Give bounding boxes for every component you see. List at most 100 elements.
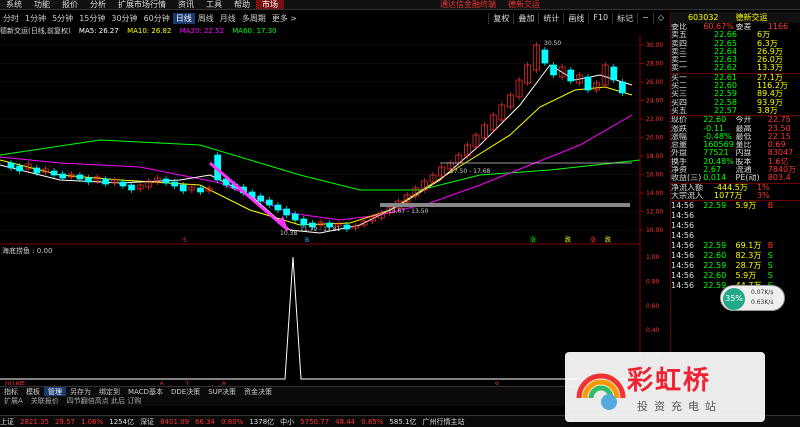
extension-tab[interactable]: 关联报价 bbox=[27, 396, 63, 406]
menu-tools[interactable]: 工具 bbox=[200, 0, 228, 9]
book-row: 卖四 22.65 6.3万 bbox=[671, 40, 800, 48]
cell: 量比 bbox=[735, 141, 752, 150]
tick-row: 14:56 22.59 69.1万 B bbox=[671, 241, 800, 251]
period-tab-30min[interactable]: 30分钟 bbox=[108, 13, 140, 24]
cell bbox=[736, 231, 768, 241]
cell bbox=[736, 211, 768, 221]
stats-button[interactable]: 统计 bbox=[538, 12, 563, 24]
candle-body bbox=[584, 76, 592, 91]
indicator-line bbox=[0, 256, 640, 380]
menu-system[interactable]: 系统 bbox=[0, 0, 28, 9]
indicator-tab[interactable]: SUP决策 bbox=[204, 387, 240, 396]
menu-analysis[interactable]: 分析 bbox=[84, 0, 112, 9]
date-label: 9 bbox=[495, 381, 499, 385]
menu-help[interactable]: 帮助 bbox=[228, 0, 256, 9]
buy-book: 买一 22.61 27.1万 买二 22.60 116.2万 买三 22.59 89.4万 买四 2… bbox=[671, 72, 800, 115]
overlay-button[interactable]: 叠加 bbox=[513, 12, 538, 24]
period-tab-month[interactable]: 月线 bbox=[217, 13, 239, 24]
cell: 22.57 bbox=[714, 106, 737, 115]
cell: 0.014 bbox=[703, 174, 727, 183]
extension-tab[interactable]: 扩展A bbox=[0, 396, 27, 406]
menu-ext-market[interactable]: 扩展市场行情 bbox=[112, 0, 172, 9]
f10-button[interactable]: F10 bbox=[588, 12, 612, 24]
indicator-tab[interactable]: 绑定到 bbox=[95, 387, 124, 396]
minimize-icon[interactable]: − bbox=[637, 12, 653, 24]
cell: 22.60 bbox=[703, 271, 727, 281]
quote-header: 603032 德新交运 bbox=[671, 12, 800, 23]
stats-row: 收益(三) 0.014 PE(动) 803.4 bbox=[671, 174, 800, 182]
fuquan-button[interactable]: 复权 bbox=[488, 12, 513, 24]
mark-button[interactable]: 标记 bbox=[612, 12, 637, 24]
period-tab-week[interactable]: 周线 bbox=[195, 13, 217, 24]
indicator-tab[interactable]: 资金决策 bbox=[240, 387, 276, 396]
tick-list[interactable]: 14:56 22.59 5.9万 B 14:56 14:56 14:56 14:56 22.59… bbox=[671, 200, 800, 291]
cell: 1.6亿 bbox=[767, 157, 789, 166]
flow-percent: 35% bbox=[723, 288, 745, 310]
menu-market[interactable]: 市场 bbox=[256, 0, 284, 9]
period-tab-60min[interactable]: 60分钟 bbox=[141, 13, 173, 24]
weibi-row: 委比 60.67% 委差 1166 bbox=[671, 23, 789, 31]
price-label: 26.00 bbox=[646, 79, 663, 86]
indicator-tick-label: 1.00 bbox=[646, 254, 660, 261]
cell: 0.69 bbox=[767, 141, 786, 150]
sell-book: 卖五 22.66 6万 卖四 22.65 6.3万 卖三 22.64 26.9万 卖二 22.63 2… bbox=[671, 31, 800, 72]
indicator-tab[interactable]: 另存为 bbox=[66, 387, 95, 396]
stats-block: 现价 22.60 今开 22.75 涨跌 -0.11 最高 23.50 涨幅 -0.48% 最低 22… bbox=[671, 115, 800, 182]
cell: 卖一 bbox=[671, 64, 687, 73]
book-row: 卖三 22.64 26.9万 bbox=[671, 48, 800, 56]
quote-panel: 603032 德新交运 委比 60.67% 委差 1166 卖五 22.66 6万卖… bbox=[670, 12, 800, 395]
watermark-subtitle: 投资充电站 bbox=[637, 400, 722, 413]
cell: B bbox=[767, 241, 774, 251]
network-flow-widget[interactable]: 35% 0.07K/s 0.63K/s bbox=[720, 285, 785, 311]
menu-news[interactable]: 资讯 bbox=[172, 0, 200, 9]
draw-button[interactable]: 画线 bbox=[563, 12, 588, 24]
cell: 3.8万 bbox=[757, 106, 778, 115]
kline-chart[interactable]: 30.50 10.38 17.50 - 17.68 13.67 - 13.50 … bbox=[0, 35, 670, 385]
stats-row: 外盘 77521 内盘 83047 bbox=[671, 149, 800, 157]
cell: 26.0万 bbox=[757, 56, 783, 65]
extension-tab[interactable]: 四节翻倍高点 此后 订购 bbox=[63, 396, 145, 406]
restore-icon[interactable]: ◇ bbox=[652, 12, 668, 24]
ma5-line bbox=[0, 64, 633, 234]
period-tab-day[interactable]: 日线 bbox=[172, 12, 195, 24]
cell: 总量 bbox=[671, 141, 687, 150]
menu-quote[interactable]: 报价 bbox=[56, 0, 84, 9]
cell: S bbox=[767, 261, 773, 271]
cell: 涨跌 bbox=[671, 124, 687, 133]
flow-row: 净流入额 -444.5万 1% bbox=[671, 184, 800, 192]
cell: 23.50 bbox=[767, 124, 791, 133]
indicator-tab[interactable]: 管理 bbox=[44, 387, 66, 396]
high-annotation: 30.50 bbox=[544, 40, 561, 47]
ma20-label: MA20: 22.52 bbox=[179, 27, 225, 35]
period-tab-more[interactable]: 更多 > bbox=[269, 13, 300, 24]
cell: 20.48% bbox=[703, 157, 734, 166]
candle-body bbox=[128, 184, 135, 191]
cell: 82.3万 bbox=[735, 251, 762, 261]
period-tab-5min[interactable]: 5分钟 bbox=[49, 13, 76, 24]
candle-body bbox=[85, 177, 92, 183]
price-label: 28.00 bbox=[646, 61, 663, 68]
candle-body bbox=[257, 195, 265, 202]
cell: S bbox=[767, 251, 773, 261]
indicator-tab[interactable]: 模板 bbox=[22, 387, 44, 396]
cell: 卖二 bbox=[671, 56, 687, 65]
period-tab-fenshi[interactable]: 分时 bbox=[0, 13, 22, 24]
cell: 27.1万 bbox=[757, 73, 783, 82]
indicator-tab[interactable]: 指标 bbox=[0, 387, 22, 396]
cell: 卖五 bbox=[671, 31, 687, 40]
period-tab-1min[interactable]: 1分钟 bbox=[22, 13, 49, 24]
period-tab-multi[interactable]: 多周期 bbox=[239, 13, 269, 24]
price-label: 30.00 bbox=[646, 42, 663, 49]
candle-body bbox=[16, 165, 23, 172]
indicator-tab[interactable]: MACD基本 bbox=[124, 387, 167, 396]
download-speed: 0.63K/s bbox=[751, 299, 774, 306]
price-label: 14.00 bbox=[646, 190, 663, 197]
cell: 1077万 bbox=[714, 191, 743, 200]
cell: 14:56 bbox=[671, 231, 695, 241]
menu-function[interactable]: 功能 bbox=[28, 0, 56, 9]
cell: 22.60 bbox=[703, 251, 727, 261]
price-label: 16.00 bbox=[646, 172, 663, 179]
indicator-tab[interactable]: DDE决策 bbox=[167, 387, 204, 396]
marker-down-2: 跌 bbox=[605, 236, 611, 244]
period-tab-15min[interactable]: 15分钟 bbox=[76, 13, 108, 24]
